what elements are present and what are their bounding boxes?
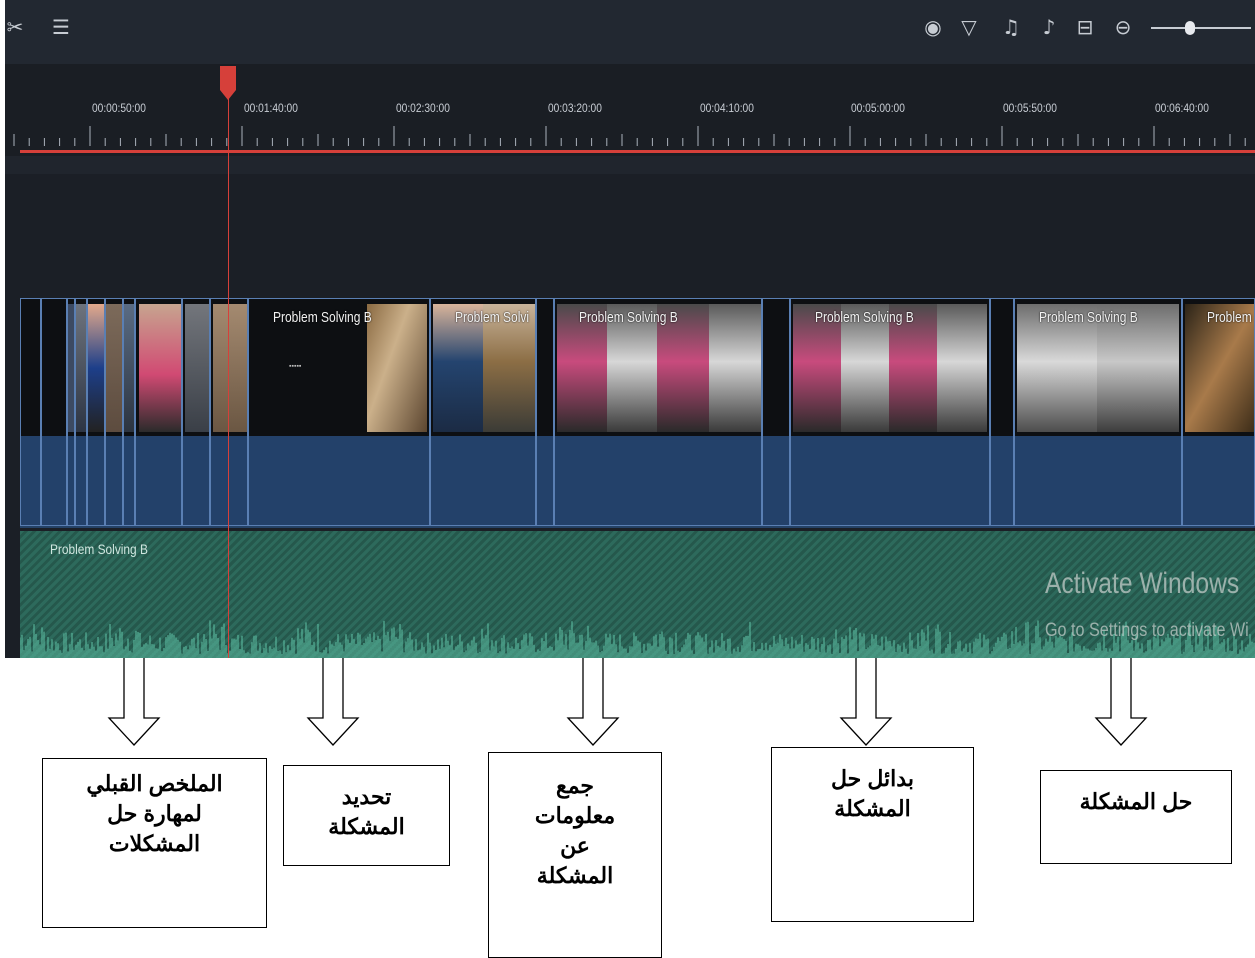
video-clip[interactable] — [67, 298, 75, 526]
video-clip[interactable]: Problem Solving B — [790, 298, 990, 526]
annotation-box-summary: الملخص القبلي لمهارة حل المشكلات — [42, 758, 267, 928]
annotation-box-solution: حل المشكلة — [1040, 770, 1232, 864]
playhead-line — [228, 96, 229, 658]
ruler-label: 00:00:50:00 — [92, 101, 146, 115]
ruler-label: 00:05:00:00 — [851, 101, 905, 115]
video-clip[interactable] — [990, 298, 1014, 526]
zoom-out-icon[interactable]: ⊖ — [1109, 10, 1137, 44]
ruler-label: 00:05:50:00 — [1003, 101, 1057, 115]
video-clip[interactable] — [20, 298, 41, 526]
annotation-text: تحديد المشكلة — [328, 784, 405, 839]
video-clip[interactable] — [210, 298, 248, 526]
down-arrow-icon — [839, 658, 893, 746]
activate-windows-subtitle: Go to Settings to activate Wi — [1045, 620, 1249, 641]
down-arrow-icon — [306, 658, 360, 746]
annotation-text: بدائل حل المشكلة — [831, 766, 914, 821]
work-area-bar[interactable] — [20, 150, 1255, 153]
ruler-label: 00:06:40:00 — [1155, 101, 1209, 115]
video-clip[interactable] — [135, 298, 182, 526]
ruler-label: 00:02:30:00 — [396, 101, 450, 115]
audio-clip-title: Problem Solving B — [50, 541, 148, 557]
annotation-box-gather-info: جمع معلومات عن المشكلة — [488, 752, 662, 958]
activate-windows-title: Activate Windows — [1045, 567, 1240, 600]
marker-icon[interactable]: ▽ — [955, 10, 983, 44]
fit-timeline-icon[interactable]: ⊟ — [1071, 10, 1099, 44]
playhead-handle[interactable] — [220, 66, 236, 100]
down-arrow-icon — [566, 658, 620, 746]
video-clip[interactable] — [41, 298, 67, 526]
clip-title: Problem Solving B — [273, 309, 372, 326]
annotation-text: حل المشكلة — [1079, 789, 1193, 814]
ruler-label: 00:01:40:00 — [244, 101, 298, 115]
split-icon[interactable]: ✂ — [5, 10, 29, 44]
annotation-box-define-problem: تحديد المشكلة — [283, 765, 450, 866]
video-clip[interactable]: Problem — [1182, 298, 1255, 526]
annotation-text: الملخص القبلي لمهارة حل المشكلات — [86, 771, 223, 856]
render-preview-icon[interactable]: ◉ — [919, 10, 947, 44]
clip-title: Problem — [1207, 309, 1252, 326]
annotation-text: جمع معلومات عن المشكلة — [534, 773, 616, 888]
timeline-editor: ✂ ☰ ◉ ▽ ♫ ♪ ⊟ ⊖ 00:00:50:00 00:01:40:00 … — [5, 0, 1255, 658]
voiceover-icon[interactable]: ♪ — [1035, 10, 1063, 44]
timeline-toolbar: ✂ ☰ ◉ ▽ ♫ ♪ ⊟ ⊖ — [5, 0, 1255, 64]
zoom-slider[interactable] — [1151, 21, 1251, 35]
video-clip[interactable]: ▪▪▪▪▪ Problem Solving B — [248, 298, 430, 526]
video-clip[interactable]: Problem Solving B — [554, 298, 762, 526]
clip-title: Problem Solvi — [455, 309, 530, 326]
video-clip[interactable]: Problem Solving B — [1014, 298, 1182, 526]
down-arrow-icon — [107, 658, 161, 746]
zoom-slider-knob[interactable] — [1185, 21, 1196, 35]
microphone-icon[interactable]: ♫ — [997, 10, 1025, 44]
video-clip[interactable] — [87, 298, 105, 526]
zoom-slider-track — [1151, 27, 1251, 29]
video-clip[interactable] — [123, 298, 135, 526]
time-ruler[interactable]: 00:00:50:00 00:01:40:00 00:02:30:00 00:0… — [5, 64, 1255, 156]
video-clip[interactable] — [105, 298, 123, 526]
ruler-label: 00:03:20:00 — [548, 101, 602, 115]
video-clip[interactable] — [75, 298, 87, 526]
audio-mixer-icon[interactable]: ☰ — [47, 10, 75, 44]
video-clip[interactable] — [762, 298, 790, 526]
video-track[interactable]: ▪▪▪▪▪ Problem Solving B Problem Solvi Pr… — [20, 298, 1255, 528]
clip-title: Problem Solving B — [815, 309, 914, 326]
down-arrow-icon — [1094, 658, 1148, 746]
annotation-box-alternatives: بدائل حل المشكلة — [771, 747, 974, 922]
clip-title: Problem Solving B — [579, 309, 678, 326]
video-clip[interactable] — [182, 298, 210, 526]
video-clip[interactable] — [536, 298, 554, 526]
video-clip[interactable]: Problem Solvi — [430, 298, 536, 526]
empty-track-row — [5, 156, 1255, 174]
clip-title: Problem Solving B — [1039, 309, 1138, 326]
ruler-label: 00:04:10:00 — [700, 101, 754, 115]
ruler-ticks — [13, 126, 1246, 146]
